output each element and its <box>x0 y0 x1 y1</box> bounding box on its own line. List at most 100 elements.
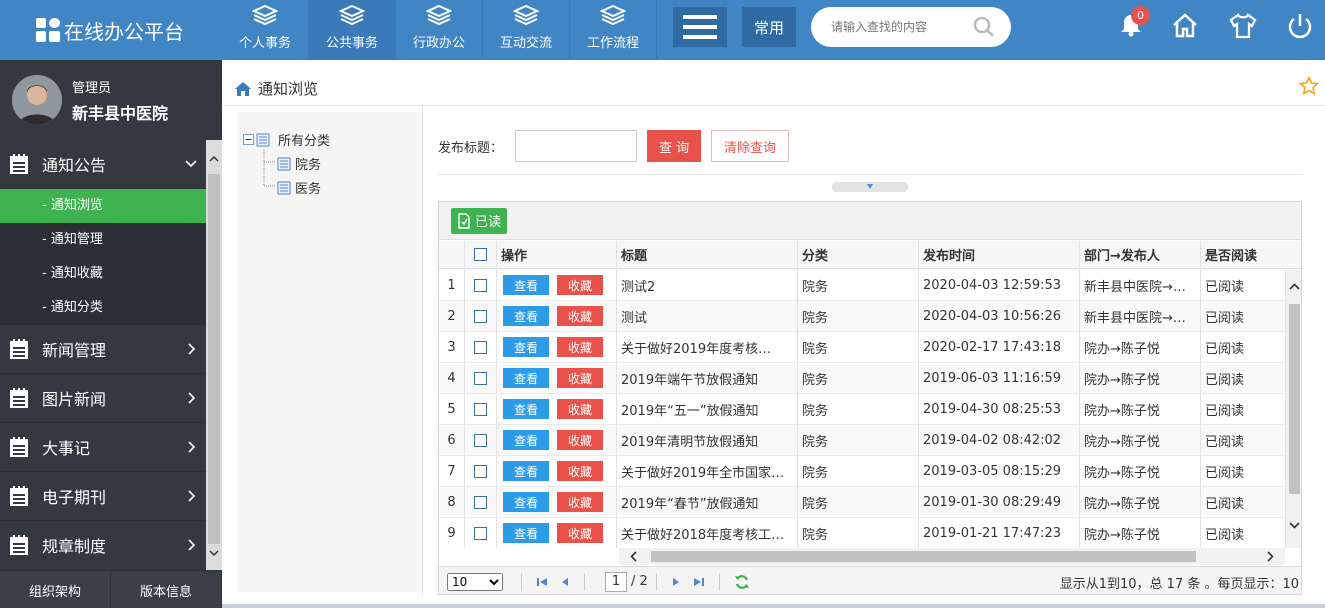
header-publish-time[interactable]: 发布时间 <box>919 241 1080 268</box>
grid-horizontal-scrollbar[interactable] <box>619 548 1285 565</box>
table-row[interactable]: 3 查看 收藏 关于做好2019年度考核… 院务 2020-02-17 17:43… <box>439 332 1301 363</box>
header-dept-publisher[interactable]: 部门→发布人 <box>1080 241 1201 268</box>
title-filter-input[interactable] <box>515 130 638 162</box>
favorite-button[interactable]: 收藏 <box>557 399 603 419</box>
header-actions[interactable]: 操作 <box>497 241 617 268</box>
table-row[interactable]: 8 查看 收藏 2019年“春节”放假通知 院务 2019-01-30 08:29… <box>439 487 1301 518</box>
search-input[interactable] <box>831 20 971 34</box>
favorite-button[interactable]: 收藏 <box>557 430 603 450</box>
collapse-toggle[interactable] <box>832 182 908 192</box>
nav-workflow[interactable]: 工作流程 <box>570 0 657 60</box>
page-size-select[interactable]: 10 <box>447 572 503 591</box>
chevron-down-icon[interactable] <box>1289 520 1300 530</box>
sidebar-group-rules[interactable]: 规章制度 <box>0 521 206 570</box>
query-button[interactable]: 查 询 <box>647 130 702 162</box>
view-button[interactable]: 查看 <box>503 523 549 543</box>
table-row[interactable]: 9 查看 收藏 关于做好2018年度考核工… 院务 2019-01-21 17:4… <box>439 518 1301 548</box>
view-button[interactable]: 查看 <box>503 492 549 512</box>
table-row[interactable]: 1 查看 收藏 测试2 院务 2020-04-03 12:59:53 新丰县中医院… <box>439 270 1301 301</box>
sidebar-item-notice-manage[interactable]: - 通知管理 <box>0 223 206 257</box>
favorite-button[interactable]: 收藏 <box>557 306 603 326</box>
home-icon[interactable] <box>1171 12 1199 40</box>
row-checkbox[interactable] <box>474 464 487 478</box>
view-button[interactable]: 查看 <box>503 430 549 450</box>
sidebar-item-notice-category[interactable]: - 通知分类 <box>0 291 206 325</box>
tree-node-yuanwu[interactable]: 院务 <box>277 154 321 173</box>
search-icon[interactable] <box>973 16 995 38</box>
chevron-right-icon[interactable] <box>1265 551 1275 562</box>
favorite-button[interactable]: 收藏 <box>557 492 603 512</box>
table-row[interactable]: 2 查看 收藏 测试 院务 2020-04-03 10:56:26 新丰县中医院→… <box>439 301 1301 332</box>
sidebar-item-notice-browse[interactable]: - 通知浏览 <box>0 189 206 223</box>
table-row[interactable]: 6 查看 收藏 2019年清明节放假通知 院务 2019-04-02 08:42:… <box>439 425 1301 456</box>
mark-read-button[interactable]: 已读 <box>451 207 508 234</box>
view-button[interactable]: 查看 <box>503 368 549 388</box>
sidebar-group-events[interactable]: 大事记 <box>0 423 206 472</box>
row-checkbox[interactable] <box>474 278 487 292</box>
row-checkbox[interactable] <box>474 433 487 447</box>
favorite-button[interactable]: 收藏 <box>557 461 603 481</box>
header-category[interactable]: 分类 <box>798 241 919 268</box>
hamburger-menu-button[interactable] <box>673 7 727 47</box>
row-checkbox[interactable] <box>474 402 487 416</box>
row-checkbox[interactable] <box>474 340 487 354</box>
last-page-icon[interactable] <box>693 576 705 588</box>
nav-interaction[interactable]: 互动交流 <box>483 0 570 60</box>
row-checkbox[interactable] <box>474 495 487 509</box>
view-button[interactable]: 查看 <box>503 461 549 481</box>
sidebar-group-notice[interactable]: 通知公告 <box>0 140 206 189</box>
favorite-button[interactable]: 收藏 <box>557 368 603 388</box>
org-structure-button[interactable]: 组织架构 <box>0 572 111 608</box>
notepad-icon <box>10 388 28 408</box>
nav-public[interactable]: 公共事务 <box>309 0 396 60</box>
prev-page-icon[interactable] <box>560 576 570 588</box>
star-icon[interactable] <box>1299 76 1319 96</box>
version-info-button[interactable]: 版本信息 <box>111 572 222 608</box>
avatar[interactable] <box>12 75 62 125</box>
tree-divider[interactable] <box>422 106 423 596</box>
header-title[interactable]: 标题 <box>617 241 798 268</box>
table-row[interactable]: 4 查看 收藏 2019年端午节放假通知 院务 2019-06-03 11:16:… <box>439 363 1301 394</box>
chevron-left-icon[interactable] <box>629 551 639 562</box>
chevron-up-icon[interactable] <box>1289 282 1300 292</box>
common-button[interactable]: 常用 <box>742 7 796 47</box>
favorite-button[interactable]: 收藏 <box>557 523 603 543</box>
tree-node-yiwu[interactable]: 医务 <box>277 178 321 197</box>
chevron-up-icon[interactable] <box>209 154 219 164</box>
current-page-input[interactable]: 1 <box>605 571 627 592</box>
row-checkbox[interactable] <box>474 309 487 323</box>
tree-node-root[interactable]: 所有分类 <box>243 130 330 149</box>
row-checkbox[interactable] <box>474 526 487 540</box>
grid-vscroll-thumb[interactable] <box>1289 304 1300 494</box>
nav-admin[interactable]: 行政办公 <box>396 0 483 60</box>
view-button[interactable]: 查看 <box>503 275 549 295</box>
table-row[interactable]: 5 查看 收藏 2019年“五一”放假通知 院务 2019-04-30 08:25… <box>439 394 1301 425</box>
power-icon[interactable] <box>1286 12 1314 40</box>
next-page-icon[interactable] <box>671 576 681 588</box>
view-button[interactable]: 查看 <box>503 399 549 419</box>
table-row[interactable]: 7 查看 收藏 关于做好2019年全市国家… 院务 2019-03-05 08:1… <box>439 456 1301 487</box>
select-all-checkbox[interactable] <box>474 248 487 261</box>
favorite-button[interactable]: 收藏 <box>557 275 603 295</box>
sidebar-scroll-thumb[interactable] <box>208 174 220 544</box>
app-logo[interactable]: 在线办公平台 <box>0 0 222 60</box>
sidebar-group-ejournal[interactable]: 电子期刊 <box>0 472 206 521</box>
view-button[interactable]: 查看 <box>503 306 549 326</box>
grid-vertical-scrollbar[interactable] <box>1285 270 1301 548</box>
shirt-icon[interactable] <box>1228 12 1258 40</box>
favorite-button[interactable]: 收藏 <box>557 337 603 357</box>
collapse-icon[interactable] <box>243 134 254 145</box>
sidebar-item-notice-favorites[interactable]: - 通知收藏 <box>0 257 206 291</box>
view-button[interactable]: 查看 <box>503 337 549 357</box>
row-checkbox[interactable] <box>474 371 487 385</box>
nav-personal[interactable]: 个人事务 <box>222 0 309 60</box>
sidebar-group-photo-news[interactable]: 图片新闻 <box>0 374 206 423</box>
sidebar-scrollbar[interactable] <box>206 140 222 570</box>
grid-hscroll-thumb[interactable] <box>651 551 1196 562</box>
header-read-status[interactable]: 是否阅读 <box>1201 241 1301 268</box>
chevron-down-icon[interactable] <box>209 548 219 558</box>
first-page-icon[interactable] <box>536 576 548 588</box>
sidebar-group-news[interactable]: 新闻管理 <box>0 325 206 374</box>
clear-query-button[interactable]: 清除查询 <box>711 130 790 162</box>
refresh-icon[interactable] <box>734 574 750 590</box>
